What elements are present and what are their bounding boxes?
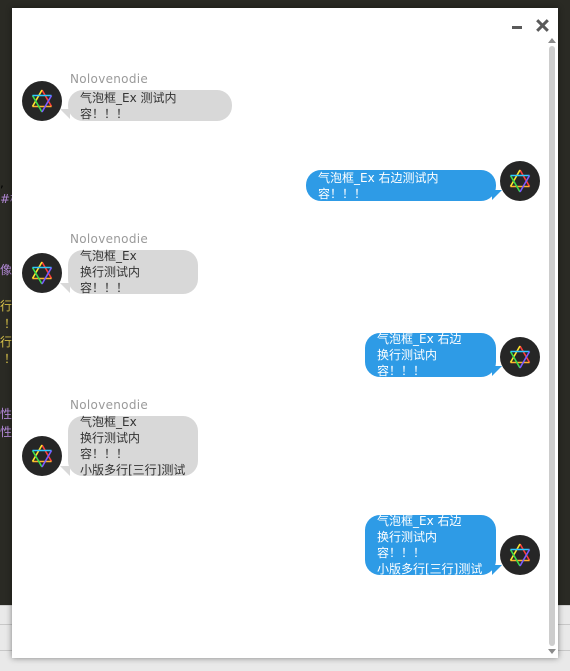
message-bubble-left: 气泡框_Ex 换行测试内容！！！ xyxy=(68,249,198,295)
message-bubble-left: 气泡框_Ex 换行测试内容！！！ 小版多行[三行]测试 xyxy=(68,415,198,477)
chat-window: Nolovenodie 气泡框_Ex 测试内容！！！ 气泡框_Ex 右边测试内容… xyxy=(12,8,558,658)
avatar[interactable] xyxy=(500,535,540,575)
avatar[interactable] xyxy=(22,436,62,476)
message-bubble-right: 气泡框_Ex 右边 换行测试内容！！！ 小版多行[三行]测试 xyxy=(365,514,496,576)
bg-code-fragment: 性 xyxy=(0,425,13,439)
hexagram-avatar-icon xyxy=(509,543,531,567)
bg-code-fragment: , xyxy=(0,176,4,190)
hexagram-avatar-icon xyxy=(509,345,531,369)
minimize-button[interactable] xyxy=(510,18,526,34)
message-bubble-right: 气泡框_Ex 右边 换行测试内容！！！ xyxy=(365,332,496,378)
scrollbar-thumb[interactable] xyxy=(549,46,555,646)
bg-code-fragment: 行 xyxy=(0,335,13,349)
vertical-scrollbar[interactable] xyxy=(547,38,557,654)
avatar[interactable] xyxy=(22,253,62,293)
message-bubble-right: 气泡框_Ex 右边测试内容！！！ xyxy=(306,170,496,201)
message-sender: Nolovenodie xyxy=(70,232,149,246)
hexagram-avatar-icon xyxy=(31,89,53,113)
close-button[interactable] xyxy=(535,18,551,34)
bg-code-fragment: 性 xyxy=(0,407,13,421)
message-bubble-left: 气泡框_Ex 测试内容！！！ xyxy=(68,90,232,121)
avatar[interactable] xyxy=(500,337,540,377)
message-sender: Nolovenodie xyxy=(70,72,149,86)
scroll-down-arrow-icon[interactable] xyxy=(548,649,556,654)
bg-code-fragment: 行 xyxy=(0,299,13,313)
scroll-up-arrow-icon[interactable] xyxy=(548,38,556,43)
bg-code-fragment: 像 xyxy=(0,263,13,277)
hexagram-avatar-icon xyxy=(31,261,53,285)
avatar[interactable] xyxy=(22,81,62,121)
hexagram-avatar-icon xyxy=(509,169,531,193)
message-sender: Nolovenodie xyxy=(70,398,149,412)
hexagram-avatar-icon xyxy=(31,444,53,468)
avatar[interactable] xyxy=(500,161,540,201)
